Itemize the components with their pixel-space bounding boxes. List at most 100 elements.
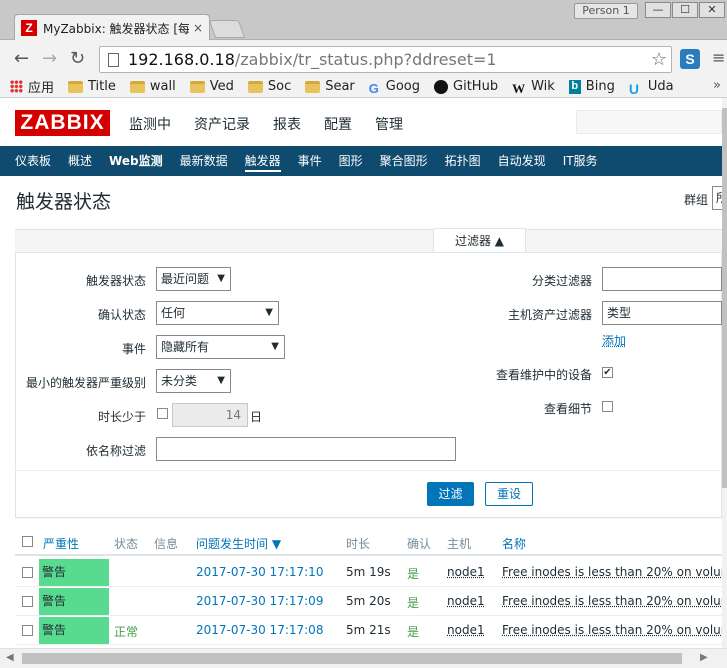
- bookmark-wikipedia[interactable]: W Wik: [512, 79, 555, 96]
- add-inventory-filter-link[interactable]: 添加: [602, 332, 626, 349]
- page-title: 触发器状态: [16, 191, 112, 213]
- ack-link[interactable]: 是: [407, 623, 419, 640]
- select-all-checkbox[interactable]: [22, 536, 33, 547]
- trigger-name-link[interactable]: Free inodes is less than 20% on volume: [502, 565, 722, 579]
- scroll-left-icon[interactable]: ◀: [6, 652, 14, 663]
- filter-divider: [15, 470, 722, 471]
- submenu-graphs[interactable]: 图形: [339, 146, 363, 176]
- submenu-overview[interactable]: 概述: [68, 146, 92, 176]
- menu-configuration[interactable]: 配置: [324, 114, 352, 134]
- age-unit-label: 日: [250, 410, 263, 424]
- filter-toggle-tab[interactable]: 过滤器 ▲: [433, 228, 526, 252]
- main-menu: 监测中 资产记录 报表 配置 管理: [129, 114, 426, 134]
- col-severity[interactable]: 严重性: [43, 535, 79, 552]
- trigger-name-link[interactable]: Free inodes is less than 20% on volume: [502, 623, 722, 637]
- search-input[interactable]: [576, 110, 722, 134]
- profile-button[interactable]: Person 1: [574, 3, 638, 19]
- scroll-right-icon[interactable]: ▶: [700, 652, 708, 663]
- browser-titlebar: Z MyZabbix: 触发器状态 [每 × Person 1 — ☐ ✕: [0, 0, 727, 41]
- reset-button[interactable]: 重设: [485, 482, 533, 506]
- bookmark-bing[interactable]: b Bing: [568, 79, 615, 94]
- extension-icon[interactable]: S: [680, 49, 700, 69]
- host-link[interactable]: node1: [447, 594, 485, 608]
- events-select[interactable]: 隐藏所有 ▼: [156, 335, 285, 359]
- col-info: 信息: [154, 537, 179, 551]
- folder-icon: [247, 80, 263, 93]
- browser-tab[interactable]: Z MyZabbix: 触发器状态 [每 ×: [14, 14, 210, 41]
- horizontal-scroll-thumb[interactable]: [22, 653, 682, 664]
- col-name[interactable]: 名称: [502, 535, 526, 552]
- menu-monitoring[interactable]: 监测中: [129, 114, 171, 134]
- bookmark-folder[interactable]: Ved: [189, 79, 234, 94]
- trigger-name-link[interactable]: Free inodes is less than 20% on volume: [502, 594, 722, 608]
- bookmarks-more-icon[interactable]: »: [713, 78, 721, 93]
- vertical-scroll-thumb[interactable]: [722, 108, 727, 488]
- reload-icon[interactable]: ↻: [70, 48, 85, 69]
- submenu-events[interactable]: 事件: [298, 146, 322, 176]
- name-filter-input[interactable]: [156, 437, 456, 461]
- zabbix-logo[interactable]: ZABBIX: [15, 110, 110, 136]
- maintenance-label: 查看维护中的设备: [495, 368, 592, 382]
- time-link[interactable]: 2017-07-30 17:17:08: [196, 623, 323, 637]
- menu-reports[interactable]: 报表: [273, 114, 301, 134]
- min-severity-select[interactable]: 未分类 ▼: [156, 369, 231, 393]
- menu-inventory[interactable]: 资产记录: [194, 114, 250, 134]
- browser-menu-icon[interactable]: ≡: [712, 48, 725, 67]
- col-last-change[interactable]: 问题发生时间 ▼: [196, 535, 281, 552]
- host-link[interactable]: node1: [447, 623, 485, 637]
- bookmark-udacity[interactable]: U Uda: [629, 79, 674, 97]
- ack-link[interactable]: 是: [407, 594, 419, 611]
- horizontal-scrollbar[interactable]: ◀ ▶: [0, 648, 727, 668]
- filter-button[interactable]: 过滤: [427, 482, 474, 506]
- maximize-button[interactable]: ☐: [672, 2, 698, 18]
- bookmark-google[interactable]: G Goog: [369, 79, 420, 96]
- menu-administration[interactable]: 管理: [375, 114, 403, 134]
- submenu-discovery[interactable]: 自动发现: [498, 146, 546, 176]
- row-checkbox[interactable]: [22, 596, 33, 607]
- new-tab-button[interactable]: [208, 20, 246, 38]
- age-checkbox[interactable]: [157, 408, 168, 419]
- bookmark-star-icon[interactable]: ☆: [651, 49, 667, 70]
- minimize-button[interactable]: —: [645, 2, 671, 18]
- address-bar[interactable]: 192.168.0.18/zabbix/tr_status.php?ddrese…: [99, 46, 672, 73]
- submenu-triggers[interactable]: 触发器: [244, 146, 281, 176]
- duration-cell: 5m 20s: [346, 594, 391, 608]
- submenu-web[interactable]: Web监测: [109, 146, 163, 176]
- host-link[interactable]: node1: [447, 565, 485, 579]
- vertical-scrollbar[interactable]: [722, 98, 727, 652]
- application-filter-label: 分类过滤器: [531, 274, 592, 288]
- row-checkbox[interactable]: [22, 567, 33, 578]
- bookmark-folder[interactable]: Title: [68, 79, 116, 94]
- table-row: 警告 2017-07-30 17:17:09 5m 20s 是 node1 Fr…: [15, 587, 722, 616]
- bing-icon: b: [568, 79, 581, 94]
- submenu-dashboard[interactable]: 仪表板: [15, 146, 51, 176]
- bookmark-folder[interactable]: Sear: [305, 79, 355, 94]
- time-link[interactable]: 2017-07-30 17:17:09: [196, 594, 323, 608]
- trigger-status-select[interactable]: 最近问题 ▼: [156, 267, 231, 291]
- table-row: 警告 2017-07-30 17:17:10 5m 19s 是 node1 Fr…: [15, 558, 722, 587]
- submenu-it-services[interactable]: IT服务: [563, 146, 598, 176]
- forward-arrow-icon[interactable]: →: [42, 48, 57, 69]
- submenu-maps[interactable]: 拓扑图: [445, 146, 481, 176]
- ack-status-select[interactable]: 任何 ▼: [156, 301, 279, 325]
- bookmark-folder[interactable]: wall: [129, 79, 176, 94]
- details-checkbox[interactable]: [602, 401, 613, 412]
- back-arrow-icon[interactable]: ←: [14, 48, 29, 69]
- bookmark-github[interactable]: GitHub: [434, 79, 498, 94]
- submenu-screens[interactable]: 聚合图形: [380, 146, 428, 176]
- inventory-field-select[interactable]: 类型: [602, 301, 722, 325]
- row-checkbox[interactable]: [22, 625, 33, 636]
- time-link[interactable]: 2017-07-30 17:17:10: [196, 565, 323, 579]
- close-window-button[interactable]: ✕: [699, 2, 725, 18]
- bookmark-folder[interactable]: Soc: [247, 79, 291, 94]
- submenu-latest-data[interactable]: 最新数据: [180, 146, 228, 176]
- table-header: 严重性 状态 信息 问题发生时间 ▼ 时长 确认 主机 名称: [15, 528, 722, 556]
- bookmark-apps[interactable]: 应用: [10, 77, 54, 96]
- zabbix-header: ZABBIX 监测中 资产记录 报表 配置 管理: [0, 98, 722, 146]
- application-filter-input[interactable]: [602, 267, 722, 291]
- ack-link[interactable]: 是: [407, 565, 419, 582]
- tab-close-icon[interactable]: ×: [193, 21, 203, 35]
- github-icon: [434, 79, 449, 94]
- maintenance-checkbox[interactable]: ✔: [602, 367, 613, 378]
- age-input[interactable]: 14: [172, 403, 248, 427]
